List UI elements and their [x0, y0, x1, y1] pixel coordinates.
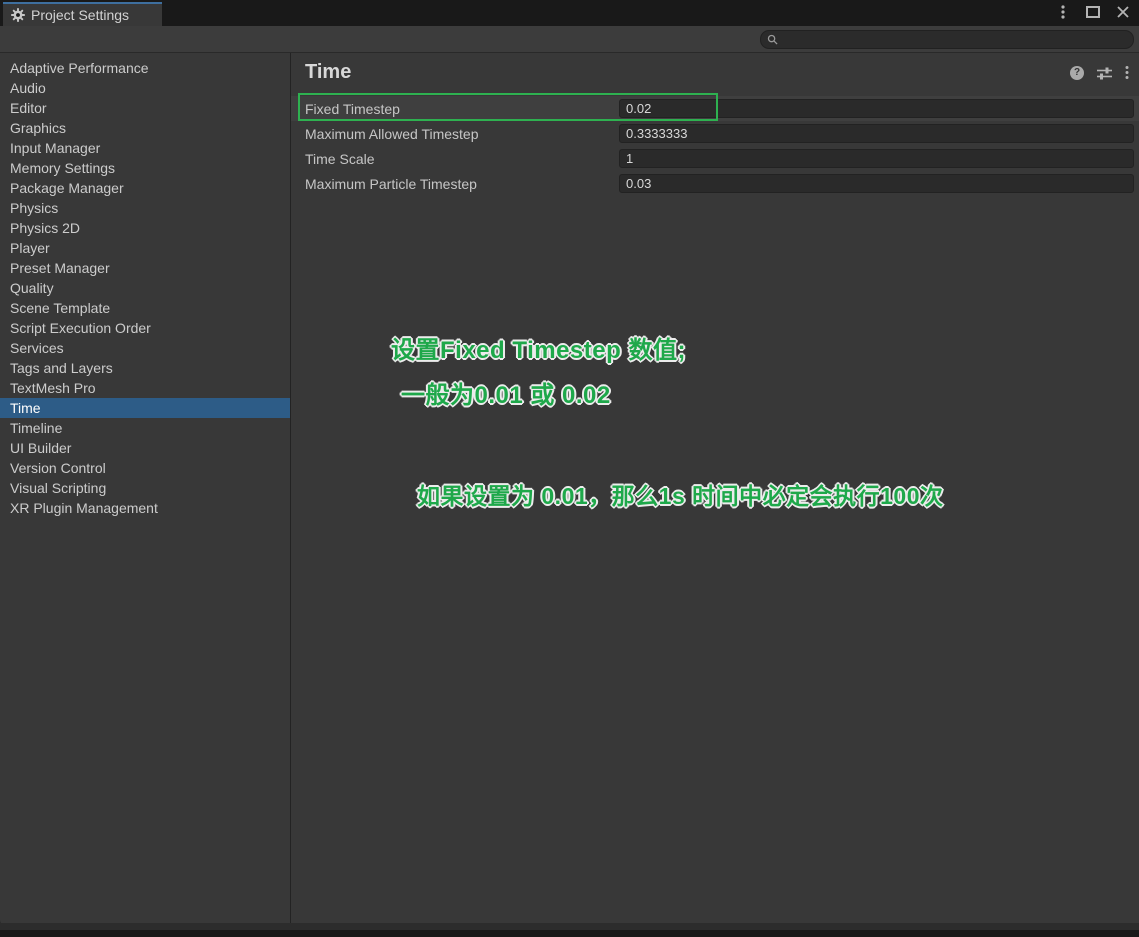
titlebar-controls [1055, 4, 1131, 20]
field-label: Time Scale [305, 150, 375, 167]
sidebar-item-player[interactable]: Player [0, 238, 290, 258]
sidebar-item-preset-manager[interactable]: Preset Manager [0, 258, 290, 278]
field-label: Fixed Timestep [305, 100, 400, 117]
field-input[interactable]: 0.03 [619, 174, 1134, 193]
settings-row: Maximum Particle Timestep 0.03 [291, 171, 1139, 196]
sidebar-item-xr-plugin-management[interactable]: XR Plugin Management [0, 498, 290, 518]
content-area: Adaptive Performance Audio Editor Graphics I… [0, 53, 1139, 930]
panel-menu-icon[interactable] [1125, 65, 1129, 80]
sidebar-item-script-execution-order[interactable]: Script Execution Order [0, 318, 290, 338]
help-icon[interactable]: ? [1070, 65, 1084, 80]
sidebar-item-version-control[interactable]: Version Control [0, 458, 290, 478]
sidebar-item-graphics[interactable]: Graphics [0, 118, 290, 138]
settings-fields: Fixed Timestep 0.02 Maximum Allowed Timest… [291, 96, 1139, 196]
time-settings-panel: Time ? Fixed Timestep 0.02 Maximum Allow… [291, 53, 1139, 930]
sidebar-item-audio[interactable]: Audio [0, 78, 290, 98]
sidebar-item-memory-settings[interactable]: Memory Settings [0, 158, 290, 178]
search-box[interactable] [760, 30, 1134, 49]
field-label: Maximum Allowed Timestep [305, 125, 479, 142]
settings-sidebar: Adaptive Performance Audio Editor Graphics I… [0, 53, 290, 930]
sidebar-item-timeline[interactable]: Timeline [0, 418, 290, 438]
window-bottom-edge [0, 923, 1139, 930]
search-icon [767, 34, 778, 45]
settings-toolbar [0, 26, 1139, 53]
field-input[interactable]: 1 [619, 149, 1134, 168]
titlebar: Project Settings [0, 0, 1139, 26]
sidebar-item-visual-scripting[interactable]: Visual Scripting [0, 478, 290, 498]
sidebar-item-ui-builder[interactable]: UI Builder [0, 438, 290, 458]
sidebar-item-scene-template[interactable]: Scene Template [0, 298, 290, 318]
field-input[interactable]: 0.02 [619, 99, 1134, 118]
sidebar-item-package-manager[interactable]: Package Manager [0, 178, 290, 198]
annotation-text-1: 设置Fixed Timestep 数值; [391, 337, 686, 364]
maximize-icon[interactable] [1085, 4, 1101, 20]
close-icon[interactable] [1115, 4, 1131, 20]
sidebar-item-adaptive-performance[interactable]: Adaptive Performance [0, 58, 290, 78]
sidebar-item-editor[interactable]: Editor [0, 98, 290, 118]
sidebar-item-services[interactable]: Services [0, 338, 290, 358]
sidebar-item-quality[interactable]: Quality [0, 278, 290, 298]
window-menu-icon[interactable] [1055, 4, 1071, 20]
field-input[interactable]: 0.3333333 [619, 124, 1134, 143]
annotation-text-2: 一般为0.01 或 0.02 [401, 382, 611, 409]
settings-row: Fixed Timestep 0.02 [291, 96, 1139, 121]
tab-title: Project Settings [31, 7, 130, 23]
panel-header-icons: ? [1070, 65, 1129, 80]
sidebar-item-textmesh-pro[interactable]: TextMesh Pro [0, 378, 290, 398]
gear-icon [11, 8, 25, 22]
tab-project-settings[interactable]: Project Settings [3, 2, 162, 26]
field-label: Maximum Particle Timestep [305, 175, 477, 192]
sidebar-item-physics-2d[interactable]: Physics 2D [0, 218, 290, 238]
page-title: Time [305, 61, 352, 83]
search-input[interactable] [782, 32, 1127, 47]
sidebar-item-input-manager[interactable]: Input Manager [0, 138, 290, 158]
settings-row: Time Scale 1 [291, 146, 1139, 171]
sidebar-item-tags-and-layers[interactable]: Tags and Layers [0, 358, 290, 378]
settings-row: Maximum Allowed Timestep 0.3333333 [291, 121, 1139, 146]
sidebar-item-physics[interactable]: Physics [0, 198, 290, 218]
project-settings-window: Project Settings Adaptive Performance Au… [0, 0, 1139, 937]
sidebar-item-time[interactable]: Time [0, 398, 290, 418]
annotation-text-3: 如果设置为 0.01，那么1s 时间中必定会执行100次 [417, 483, 944, 509]
presets-icon[interactable] [1097, 66, 1112, 80]
